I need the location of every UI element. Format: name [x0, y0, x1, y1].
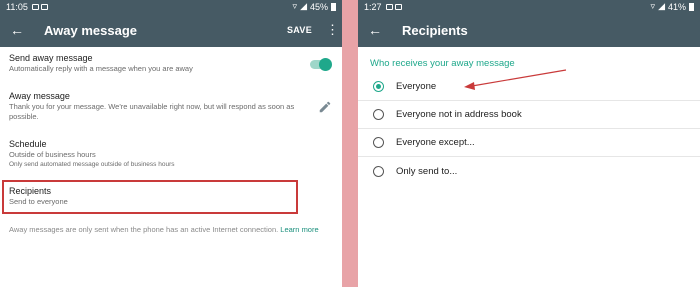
- wifi-icon: ▿: [292, 1, 298, 11]
- learn-more-link[interactable]: Learn more: [280, 225, 318, 234]
- notification-icon: [385, 3, 393, 10]
- status-time: 11:05: [6, 1, 28, 12]
- pencil-icon[interactable]: [318, 100, 332, 114]
- option-label: Everyone not in address book: [396, 109, 522, 120]
- away-message-screen: 11:05 ▿ ◢ 45% ← Away message SAVE ⋮ Send…: [0, 0, 342, 287]
- status-right: ▿ ◢ 41%: [651, 1, 694, 12]
- option-label: Everyone except...: [396, 137, 475, 148]
- option-label: Only send to...: [396, 165, 458, 177]
- section-heading: Who receives your away message: [370, 58, 515, 69]
- send-away-message-toggle[interactable]: [310, 58, 332, 71]
- app-bar: ← Away message SAVE ⋮: [0, 13, 342, 47]
- send-away-message-label: Send away message: [9, 53, 93, 63]
- option-not-in-address-book[interactable]: Everyone not in address book: [358, 101, 700, 129]
- screenshot-divider: [342, 0, 358, 287]
- option-everyone-except[interactable]: Everyone except...: [358, 129, 700, 157]
- footnote-text: Away messages are only sent when the pho…: [9, 225, 279, 234]
- option-label: Everyone: [396, 81, 437, 92]
- status-bar: 1:27 ▿ ◢ 41%: [358, 0, 700, 13]
- status-battery: 41%: [667, 1, 686, 12]
- toggle-knob: [319, 58, 332, 71]
- radio-button[interactable]: [373, 165, 384, 177]
- schedule-label: Schedule: [9, 139, 47, 149]
- footnote: Away messages are only sent when the pho…: [9, 224, 334, 236]
- battery-icon: [331, 2, 336, 11]
- page-title: Away message: [44, 22, 137, 38]
- status-right: ▿ ◢ 45%: [293, 1, 336, 12]
- save-button[interactable]: SAVE: [287, 25, 312, 35]
- app-bar: ← Recipients: [358, 13, 700, 47]
- schedule-description: Only send automated message outside of b…: [9, 161, 175, 168]
- notification-icon: [40, 3, 48, 10]
- radio-button[interactable]: [373, 137, 384, 148]
- radio-button[interactable]: [373, 109, 384, 120]
- signal-icon: ◢: [658, 1, 665, 11]
- away-message-label: Away message: [9, 91, 70, 101]
- option-only-send-to[interactable]: Only send to...: [358, 157, 700, 185]
- send-away-message-row[interactable]: Send away message Automatically reply wi…: [0, 52, 342, 86]
- status-battery: 45%: [309, 1, 328, 12]
- wifi-icon: ▿: [650, 1, 656, 11]
- arrow-left-icon[interactable]: ←: [368, 22, 386, 38]
- page-title: Recipients: [402, 22, 468, 38]
- battery-icon: [689, 2, 694, 11]
- schedule-value: Outside of business hours: [9, 150, 96, 159]
- recipients-highlight-box: [2, 180, 298, 214]
- arrow-left-icon[interactable]: ←: [10, 22, 28, 38]
- signal-icon: ◢: [300, 1, 307, 11]
- away-message-row[interactable]: Away message Thank you for your message.…: [0, 90, 342, 134]
- radio-button-selected[interactable]: [373, 81, 384, 92]
- schedule-row[interactable]: Schedule Outside of business hours Only …: [0, 138, 342, 174]
- notification-icon: [31, 3, 39, 10]
- status-bar: 11:05 ▿ ◢ 45%: [0, 0, 342, 13]
- away-message-text: Thank you for your message. We're unavai…: [9, 102, 295, 121]
- option-everyone[interactable]: Everyone: [358, 73, 700, 101]
- status-time: 1:27: [364, 1, 382, 12]
- more-vert-icon[interactable]: ⋮: [326, 23, 339, 36]
- recipients-screen: 1:27 ▿ ◢ 41% ← Recipients Who receives y…: [358, 0, 700, 287]
- send-away-message-description: Automatically reply with a message when …: [9, 64, 193, 73]
- notification-icon: [394, 3, 402, 10]
